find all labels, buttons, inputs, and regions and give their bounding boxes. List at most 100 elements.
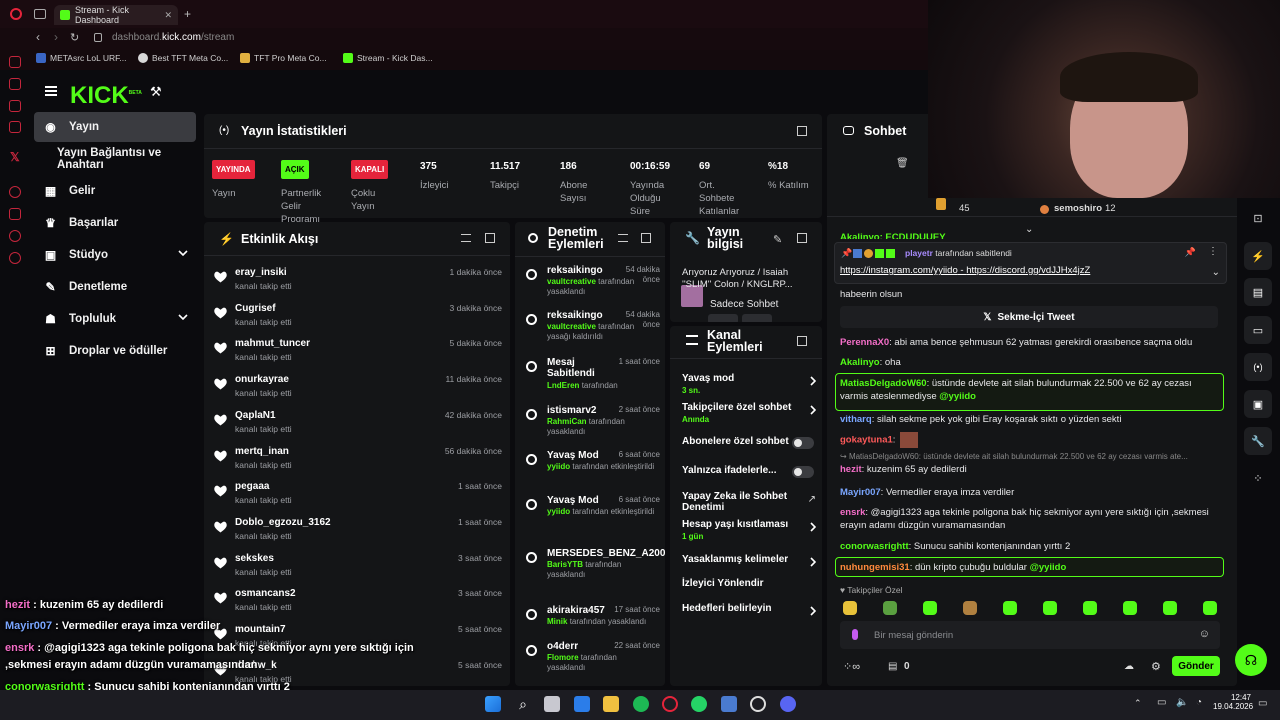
follower-name[interactable]: sekskes [235,553,274,564]
network-icon[interactable]: ▭ [1157,697,1166,708]
whatsapp-icon[interactable] [691,696,707,712]
emote-icon[interactable] [843,601,857,615]
opera-sidebar-whatsapp-icon[interactable] [9,100,21,112]
wrench-icon[interactable]: 🔧 [1244,427,1272,455]
opera-sidebar-history-icon[interactable] [9,186,21,198]
follower-name[interactable]: QaplaN1 [235,410,276,421]
chat-users-icon[interactable]: ☁ [1124,661,1134,672]
file-explorer-icon[interactable] [603,696,619,712]
opera-sidebar-extensions-icon[interactable] [9,230,21,242]
microphone-icon[interactable] [852,629,858,640]
bookmark-kick[interactable]: Stream - Kick Das... [343,53,433,63]
chat-username[interactable]: ensrk [840,507,865,518]
nav-item-revenue[interactable]: ▦ Gelir [34,176,196,206]
emote-icon[interactable] [923,601,937,615]
tab-list-icon[interactable] [34,9,46,19]
chat-mention[interactable]: @yyiido [1030,562,1067,573]
emote-icon[interactable] [883,601,897,615]
hammer-icon[interactable]: ⚒ [150,84,162,100]
close-tab-icon[interactable]: ✕ [164,10,172,21]
send-button[interactable]: Gönder [1172,656,1220,676]
chat-username[interactable]: conorwasrightt [840,541,909,552]
nav-item-drops[interactable]: ⊞ Droplar ve ödüller [34,336,196,366]
channel-action-5[interactable]: Hesap yaşı kısıtlaması 1 gün [682,519,816,543]
dashboard-icon[interactable]: ⊡ [1244,204,1272,232]
obs-icon[interactable] [750,696,766,712]
nav-item-stream[interactable]: ◉ Yayın [34,112,196,142]
expand-icon[interactable] [797,126,807,136]
broadcast-icon[interactable]: (•) [1244,353,1272,381]
opera-sidebar-messenger-icon[interactable] [9,78,21,90]
filter-icon[interactable] [618,234,628,242]
nav-item-studio[interactable]: ▣ Stüdyo [34,240,196,270]
toggle-switch[interactable] [792,437,814,449]
channel-action-3[interactable]: Yalnızca ifadelerle... [682,465,816,489]
opera-sidebar-x-icon[interactable]: 𝕏 [10,150,20,164]
edit-icon[interactable]: ✎ [773,233,782,246]
chat-input[interactable]: Bir mesaj gönderin ☺ [840,621,1220,649]
bookmark-tft-pro[interactable]: TFT Pro Meta Co... [240,53,327,63]
emote-icon[interactable] [1203,601,1217,615]
follower-name[interactable]: Cugrisef [235,303,276,314]
emote-icon[interactable] [1083,601,1097,615]
discord-icon[interactable] [780,696,796,712]
chat-mention[interactable]: @yyiido [939,391,976,402]
channel-action-6[interactable]: Yasaklanmış kelimeler [682,554,816,578]
follower-name[interactable]: mahmut_tuncer [235,338,310,349]
chat-username[interactable]: Mayir007 [840,487,881,498]
hamburger-menu-icon[interactable] [45,86,57,96]
follower-name[interactable]: onurkayrae [235,374,289,385]
trash-icon[interactable]: 🗑 [896,158,909,169]
chat-username[interactable]: MatiasDelgadoW60 [840,378,927,389]
opera-sidebar-aria-icon[interactable] [9,56,21,68]
emote-icon[interactable] [1043,601,1057,615]
chat-username[interactable]: nuhungemisi31 [840,562,910,573]
channel-action-4[interactable]: Yapay Zeka ile Sohbet Denetimi ↗ [682,491,816,515]
follower-name[interactable]: mountain7 [235,624,286,635]
opera-sidebar-settings-icon[interactable] [9,252,21,264]
lightning-icon[interactable]: ⚡ [1244,242,1272,270]
forward-icon[interactable]: › [54,30,58,44]
chat-username[interactable]: PerennaX0 [840,337,889,348]
nav-item-stream-key[interactable]: Yayın Bağlantısı ve Anahtarı [34,144,200,174]
chat-icon[interactable]: ▭ [1244,316,1272,344]
app-icon[interactable] [721,696,737,712]
emote-icon[interactable] [1163,601,1177,615]
chat-username[interactable]: vitharq [840,414,872,425]
pinned-link-discord[interactable]: https://discord.gg/vdJJHx4jzZ [966,265,1090,276]
channel-action-0[interactable]: Yavaş mod 3 sn. [682,373,816,397]
chat-username[interactable]: Akalinyo [840,357,880,368]
opera-taskbar-icon[interactable] [662,696,678,712]
expand-icon[interactable] [797,336,807,346]
moderator-name[interactable]: vaultcreative [547,277,596,286]
notification-icon[interactable]: ▭ [1258,698,1267,709]
new-tab-icon[interactable]: + [184,7,191,21]
unpin-icon[interactable]: 📌 [1185,247,1196,258]
moderator-name[interactable]: BarisYTB [547,560,583,569]
emote-icon[interactable] [1003,601,1017,615]
nav-item-community[interactable]: ☗ Topluluk [34,304,196,334]
chevron-down-icon[interactable]: ⌄ [1212,267,1220,278]
tweet-button[interactable]: 𝕏 Sekme-İçi Tweet [840,306,1218,328]
chat-username[interactable]: hezit [840,464,862,475]
moderator-name[interactable]: Flomore [547,653,579,662]
moderator-name[interactable]: RahmiCan [547,417,587,426]
chat-username[interactable]: gokaytuna1 [840,435,893,446]
opera-logo-icon[interactable] [10,8,22,20]
moderation-icon[interactable]: ▣ [1244,390,1272,418]
channel-action-2[interactable]: Abonelere özel sohbet [682,436,816,460]
expand-icon[interactable] [641,233,651,243]
volume-icon[interactable]: 🔈 [1176,697,1188,708]
moderator-name[interactable]: yyiido [547,462,570,471]
moderator-name[interactable]: vaultcreative [547,322,596,331]
support-icon[interactable]: ☊ [1235,644,1267,676]
apps-icon[interactable]: ⁘ [1244,464,1272,492]
moderator-name[interactable]: Minik [547,617,567,626]
nav-item-achievements[interactable]: ♛ Başarılar [34,208,196,238]
opera-sidebar-instagram-icon[interactable] [9,121,21,133]
opera-sidebar-bookmarks-icon[interactable] [9,208,21,220]
spotify-icon[interactable] [633,696,649,712]
taskbar-clock[interactable]: 12:47 19.04.2026 [1213,693,1253,711]
emoji-icon[interactable]: ☺ [1199,628,1210,640]
settings-icon[interactable]: ⚙ [1151,660,1161,673]
